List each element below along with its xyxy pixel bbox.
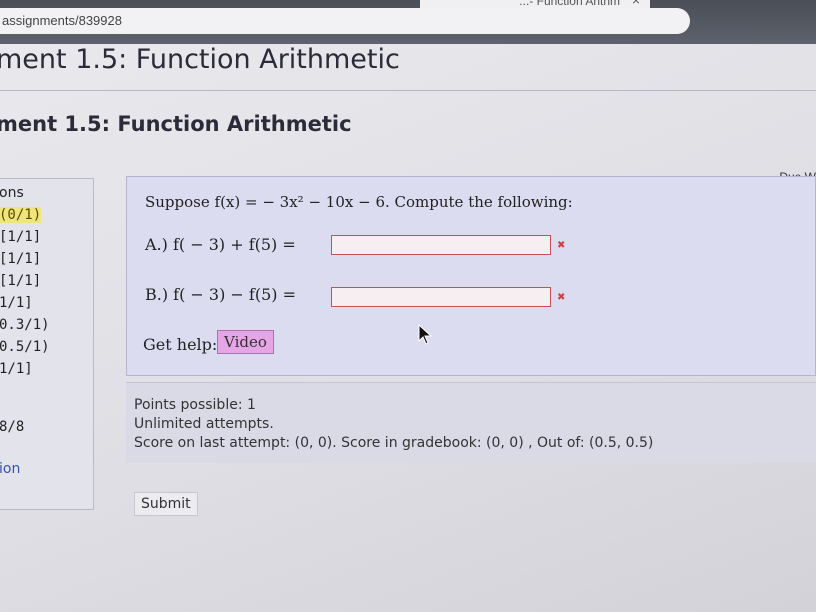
sidebar-item-q4[interactable]: [1/1] <box>0 273 41 289</box>
submit-button[interactable]: Submit <box>134 492 198 516</box>
url-text: assignments/839928 <box>2 13 122 28</box>
title-divider <box>0 90 816 91</box>
part-a-error-icon: ✖ <box>557 240 566 251</box>
part-b-answer-input[interactable] <box>331 287 551 307</box>
question-panel: Suppose f(x) = − 3x² − 10x − 6. Compute … <box>126 176 816 376</box>
sidebar-link[interactable]: ion <box>0 461 20 477</box>
sidebar-item-q3[interactable]: [1/1] <box>0 251 41 267</box>
sidebar-total: 8/8 <box>0 419 25 435</box>
points-possible: Points possible: 1 <box>134 397 256 413</box>
question-prompt: Suppose f(x) = − 3x² − 10x − 6. Compute … <box>145 193 573 211</box>
sidebar-item-q1[interactable]: (0/1) <box>0 207 42 223</box>
question-list-sidebar: ons (0/1) [1/1] [1/1] [1/1] 1/1] 0.3/1) … <box>0 178 94 510</box>
sidebar-item-q6[interactable]: 0.3/1) <box>0 317 50 333</box>
sidebar-item-q8[interactable]: 1/1] <box>0 361 33 377</box>
sidebar-heading: ons <box>0 185 24 201</box>
part-b-label: B.) f( − 3) − f(5) = <box>145 285 296 304</box>
browser-toolbar: ...- Function Arithm × assignments/83992… <box>0 0 816 44</box>
tab-title: ...- Function Arithm <box>519 0 620 8</box>
close-icon[interactable]: × <box>632 0 640 8</box>
mouse-cursor-icon <box>418 324 433 345</box>
attempt-info-panel: Points possible: 1 Unlimited attempts. S… <box>126 382 816 463</box>
assignment-heading: ment 1.5: Function Arithmetic <box>0 112 352 136</box>
get-help-label: Get help: <box>143 335 218 354</box>
part-b-error-icon: ✖ <box>557 292 566 303</box>
page-content: ment 1.5: Function Arithmetic ment 1.5: … <box>0 44 816 612</box>
video-help-button[interactable]: Video <box>217 330 274 354</box>
page-title: ment 1.5: Function Arithmetic <box>0 44 400 75</box>
address-bar[interactable]: assignments/839928 <box>0 8 690 34</box>
score-info: Score on last attempt: (0, 0). Score in … <box>134 435 654 451</box>
sidebar-item-q7[interactable]: 0.5/1) <box>0 339 50 355</box>
sidebar-item-q2[interactable]: [1/1] <box>0 229 41 245</box>
sidebar-item-q5[interactable]: 1/1] <box>0 295 33 311</box>
part-a-label: A.) f( − 3) + f(5) = <box>145 235 296 254</box>
part-a-answer-input[interactable] <box>331 235 551 255</box>
attempts-info: Unlimited attempts. <box>134 416 274 432</box>
